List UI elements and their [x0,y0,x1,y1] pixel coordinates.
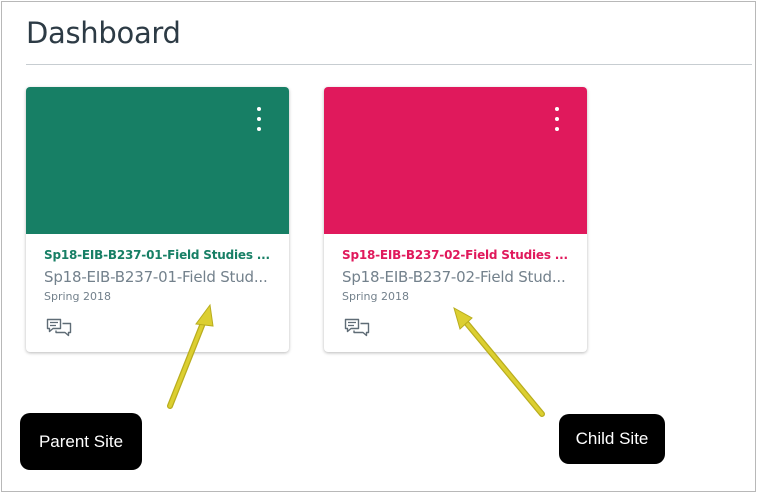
course-card-name[interactable]: Sp18-EIB-B237-02-Field Studies ... [342,248,568,262]
course-card-child[interactable]: Sp18-EIB-B237-02-Field Studies ... Sp18-… [324,87,587,352]
page-title: Dashboard [26,16,181,50]
course-card-code: Sp18-EIB-B237-01-Field Stud... [44,268,268,286]
card-options-menu-icon[interactable] [255,106,263,132]
card-options-menu-icon[interactable] [553,106,561,132]
course-card-hero[interactable] [26,87,289,234]
course-card-term: Spring 2018 [342,290,409,303]
child-site-callout: Child Site [559,414,665,464]
course-card-term: Spring 2018 [44,290,111,303]
parent-site-callout: Parent Site [20,413,142,470]
discussions-icon[interactable] [46,317,72,339]
course-card-parent[interactable]: Sp18-EIB-B237-01-Field Studies ... Sp18-… [26,87,289,352]
discussions-icon[interactable] [344,317,370,339]
course-card-code: Sp18-EIB-B237-02-Field Stud... [342,268,566,286]
course-card-name[interactable]: Sp18-EIB-B237-01-Field Studies ... [44,248,270,262]
title-divider [26,64,752,65]
course-card-hero[interactable] [324,87,587,234]
